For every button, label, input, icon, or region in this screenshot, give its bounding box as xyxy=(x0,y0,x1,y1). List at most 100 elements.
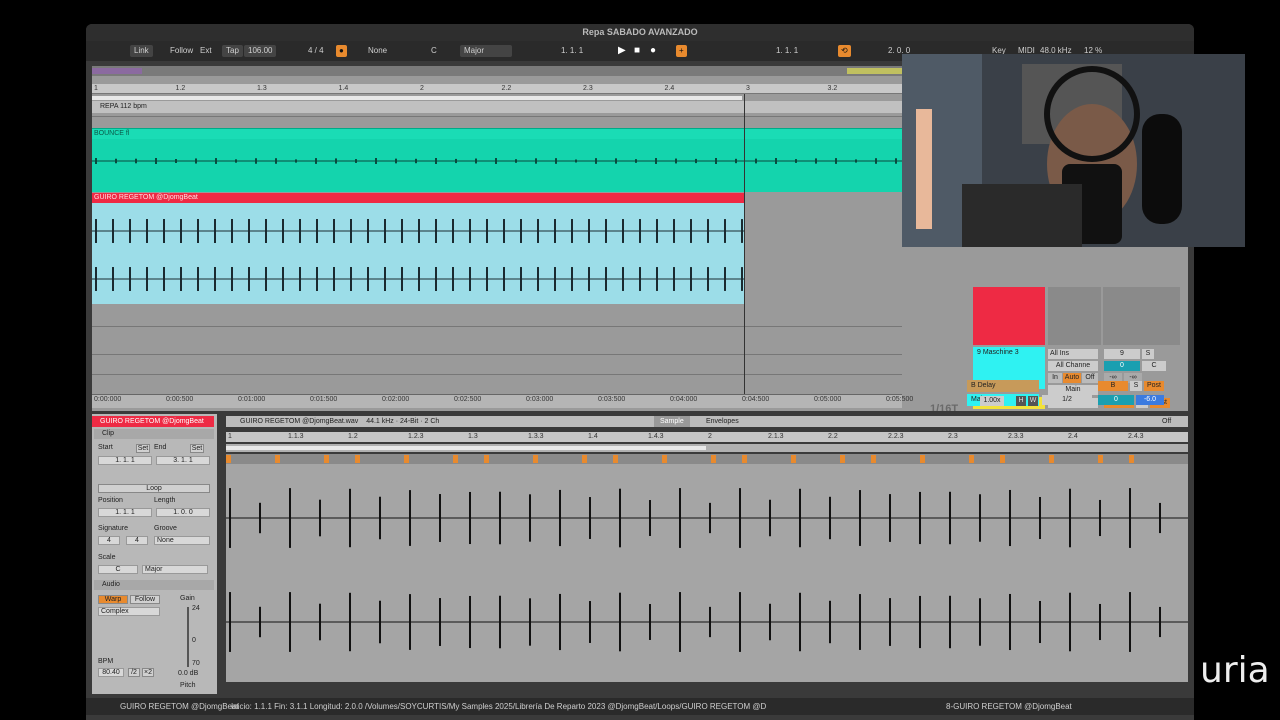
warp-button[interactable]: Warp xyxy=(98,595,128,604)
loop-switch-icon[interactable]: ⟲ xyxy=(838,45,851,57)
end-set-button[interactable]: Set xyxy=(190,444,204,453)
clip-scale-key[interactable]: C xyxy=(98,565,138,574)
warp-marker[interactable] xyxy=(791,455,796,463)
zoom-field[interactable]: 1.00x xyxy=(980,396,1004,406)
warp-marker[interactable] xyxy=(920,455,925,463)
warp-marker[interactable] xyxy=(484,455,489,463)
warp-marker[interactable] xyxy=(275,455,280,463)
loop-start-field[interactable]: 1. 1. 1 xyxy=(776,45,798,57)
half-tempo-button[interactable]: /2 xyxy=(128,668,140,677)
send-b[interactable]: B xyxy=(1098,381,1128,391)
audio-section[interactable]: Audio xyxy=(94,580,214,590)
warp-marker[interactable] xyxy=(226,455,231,463)
warp-marker[interactable] xyxy=(404,455,409,463)
warp-mode-select[interactable]: Complex xyxy=(98,607,160,616)
sample-info: 44.1 kHz · 24-Bit · 2 Ch xyxy=(366,418,440,425)
track-9-name: 9 Maschine 3 xyxy=(977,349,1019,356)
input-type-select[interactable]: All Ins xyxy=(1048,349,1098,359)
clip-scale-mode[interactable]: Major xyxy=(142,565,208,574)
clip-section[interactable]: Clip xyxy=(94,429,214,439)
post-b[interactable]: Post xyxy=(1144,381,1164,391)
metronome-button[interactable]: ● xyxy=(336,45,347,57)
warp-marker[interactable] xyxy=(711,455,716,463)
signature-denominator[interactable]: 4 xyxy=(126,536,148,545)
warp-marker[interactable] xyxy=(1129,455,1134,463)
clip-guiro-label[interactable]: GUIRO REGETOM @DjomgBeat xyxy=(92,193,744,203)
sample-waveform-area[interactable] xyxy=(226,464,1188,682)
time-ruler[interactable]: 0:00:000 0:00:500 0:01:000 0:01:500 0:02:000… xyxy=(92,394,913,408)
warp-marker[interactable] xyxy=(582,455,587,463)
solo-b[interactable]: S xyxy=(1130,381,1142,391)
tab-sample[interactable]: Sample xyxy=(654,416,690,427)
clip-name[interactable]: GUIRO REGETOM @DjomgBeat xyxy=(92,416,214,427)
warp-marker[interactable] xyxy=(355,455,360,463)
clip-guiro[interactable] xyxy=(92,203,744,304)
bpm-field[interactable]: 80.40 xyxy=(98,668,124,677)
beat-ruler-label: 1.2 xyxy=(175,85,186,92)
warp-marker[interactable] xyxy=(324,455,329,463)
clip-bounce[interactable]: BOUNCE fl xyxy=(92,128,902,192)
return-b[interactable]: B Delay xyxy=(967,380,1039,392)
position-field[interactable]: 1. 1. 1 xyxy=(561,45,583,57)
time-ruler-label: 0:00:000 xyxy=(94,396,122,403)
pitch-label: Pitch xyxy=(180,682,196,689)
play-icon[interactable]: ▶ xyxy=(618,45,626,57)
signature-field[interactable]: 4 / 4 xyxy=(308,45,324,57)
warp-marker[interactable] xyxy=(871,455,876,463)
track-repa-label[interactable]: REPA 112 bpm xyxy=(92,101,902,113)
warp-marker[interactable] xyxy=(1000,455,1005,463)
position-field[interactable]: 1. 1. 1 xyxy=(98,508,152,517)
tap-button[interactable]: Tap xyxy=(222,45,243,57)
warp-marker[interactable] xyxy=(969,455,974,463)
time-ruler-label: 0:05:500 xyxy=(886,396,914,403)
w-button[interactable]: W xyxy=(1028,396,1038,406)
h-button[interactable]: H xyxy=(1016,396,1026,406)
tab-envelopes[interactable]: Envelopes xyxy=(702,416,743,427)
time-ruler-label: 0:03:000 xyxy=(526,396,554,403)
envelope-off-select[interactable]: Off xyxy=(1162,416,1171,427)
warp-marker[interactable] xyxy=(533,455,538,463)
warp-marker[interactable] xyxy=(742,455,747,463)
key-select[interactable]: C xyxy=(431,45,437,57)
warp-marker[interactable] xyxy=(662,455,667,463)
input-channel-select[interactable]: All Channe xyxy=(1048,361,1098,371)
loop-button[interactable]: Loop xyxy=(98,484,210,493)
warp-marker-bar[interactable] xyxy=(226,454,1188,464)
length-field[interactable]: 1. 0. 0 xyxy=(156,508,210,517)
start-field[interactable]: 1. 1. 1 xyxy=(98,456,152,465)
track-number[interactable]: 9 xyxy=(1104,349,1140,359)
warp-marker[interactable] xyxy=(453,455,458,463)
follow-button[interactable]: Follow xyxy=(170,45,193,57)
sample-ruler[interactable]: 1 1.1.3 1.2 1.2.3 1.3 1.3.3 1.4 1.4.3 2 2.1.3 2.2 2… xyxy=(226,432,1188,442)
pan-field[interactable]: C xyxy=(1142,361,1166,371)
end-field[interactable]: 3. 1. 1 xyxy=(156,456,210,465)
link-button[interactable]: Link xyxy=(130,45,153,57)
follow-button[interactable]: Follow xyxy=(130,595,160,604)
grid-indicator[interactable]: 1/16T xyxy=(930,403,958,411)
gain-slider[interactable] xyxy=(187,607,189,667)
clip-slot[interactable] xyxy=(973,287,1045,345)
detail-view: GUIRO REGETOM @DjomgBeat Clip Start Set … xyxy=(92,414,1188,694)
stop-icon[interactable]: ■ xyxy=(634,45,640,57)
solo-button[interactable]: S xyxy=(1142,349,1154,359)
warp-marker[interactable] xyxy=(840,455,845,463)
double-tempo-button[interactable]: ×2 xyxy=(142,668,154,677)
warp-marker[interactable] xyxy=(1049,455,1054,463)
beat-ruler[interactable]: 1 1.2 1.3 1.4 2 2.2 2.3 2.4 3 3.2 xyxy=(92,84,902,94)
sample-waveform xyxy=(226,488,1188,652)
record-icon[interactable]: ● xyxy=(650,45,656,57)
overdub-icon[interactable]: + xyxy=(676,45,687,57)
warp-marker[interactable] xyxy=(1098,455,1103,463)
scale-select[interactable]: Major xyxy=(460,45,512,57)
ext-button[interactable]: Ext xyxy=(200,45,212,57)
loop-brace[interactable] xyxy=(92,96,742,100)
quantize-select[interactable]: None xyxy=(368,45,387,57)
groove-select[interactable]: None xyxy=(154,536,210,545)
start-set-button[interactable]: Set xyxy=(136,444,150,453)
volume-field[interactable]: 0 xyxy=(1104,361,1140,371)
signature-numerator[interactable]: 4 xyxy=(98,536,120,545)
loop-brace-detail[interactable] xyxy=(226,444,1188,452)
warp-marker[interactable] xyxy=(613,455,618,463)
gain-label: Gain xyxy=(180,595,195,602)
tempo-field[interactable]: 106.00 xyxy=(244,45,277,57)
